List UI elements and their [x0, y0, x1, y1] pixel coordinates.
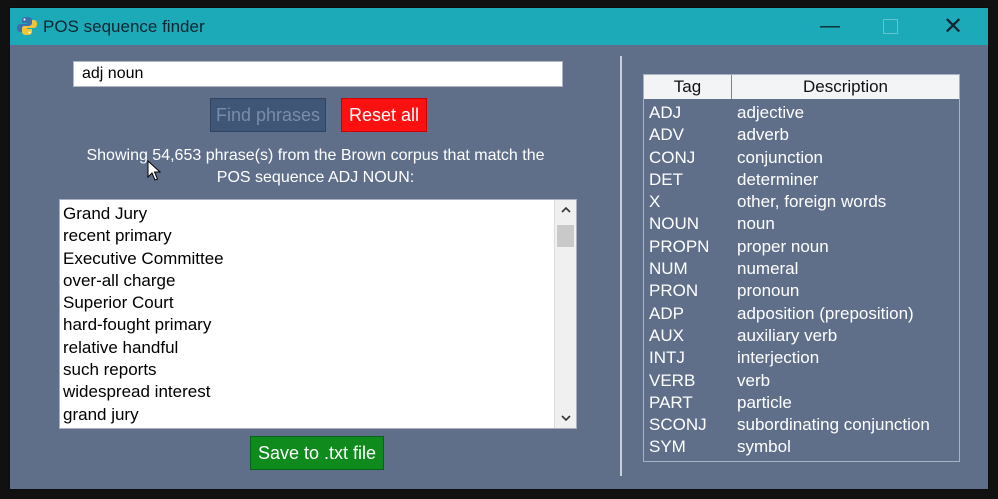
- table-row[interactable]: DET determiner: [644, 169, 959, 191]
- list-item[interactable]: Superior Court: [63, 292, 549, 314]
- tag-cell: PART: [649, 392, 693, 412]
- header-description[interactable]: Description: [732, 75, 959, 99]
- reset-all-button[interactable]: Reset all: [341, 98, 427, 132]
- description-cell: verb: [737, 370, 771, 390]
- phrase-list-scrollbar[interactable]: [554, 200, 576, 428]
- table-row[interactable]: PART particle: [644, 392, 959, 414]
- description-cell: adjective: [737, 103, 805, 122]
- minimize-button[interactable]: —: [802, 8, 858, 45]
- title-bar[interactable]: POS sequence finder — ✕: [10, 8, 988, 45]
- description-cell: auxiliary verb: [737, 325, 838, 345]
- table-row[interactable]: NUM numeral: [644, 258, 959, 280]
- maximize-icon: [882, 19, 898, 34]
- description-cell: pronoun: [737, 281, 800, 301]
- tag-cell: VERB: [649, 370, 696, 390]
- tag-cell: AUX: [649, 325, 684, 345]
- phrase-list: Grand Jury recent primary Executive Comm…: [63, 203, 549, 426]
- table-row[interactable]: ADJ adjective: [644, 102, 959, 124]
- description-cell: determiner: [737, 169, 819, 189]
- app-window: POS sequence finder — ✕ Find phrases Res…: [10, 8, 988, 489]
- close-button[interactable]: ✕: [925, 8, 981, 45]
- description-cell: proper noun: [737, 236, 829, 256]
- panel-divider: [620, 56, 622, 476]
- list-item[interactable]: widespread interest: [63, 381, 549, 403]
- table-row[interactable]: SCONJ subordinating conjunction: [644, 414, 959, 436]
- table-row[interactable]: CONJ conjunction: [644, 147, 959, 169]
- table-row[interactable]: NOUN noun: [644, 213, 959, 235]
- status-line-2: POS sequence ADJ NOUN:: [216, 169, 415, 186]
- description-cell: conjunction: [737, 147, 824, 167]
- pos-tag-table: Tag Description ADJ adjective ADV adverb C…: [643, 74, 960, 462]
- tag-cell: SYM: [649, 437, 686, 457]
- table-row[interactable]: PROPN proper noun: [644, 236, 959, 258]
- tag-table-header: Tag Description: [644, 75, 959, 99]
- description-cell: interjection: [737, 348, 820, 368]
- description-cell: adposition (preposition): [737, 303, 914, 323]
- tag-cell: PRON: [649, 281, 699, 301]
- table-row[interactable]: VERB verb: [644, 370, 959, 392]
- scroll-down-button[interactable]: [555, 408, 576, 428]
- list-item[interactable]: grand jury: [63, 404, 549, 426]
- tag-cell: NOUN: [649, 214, 700, 234]
- python-icon: [17, 16, 37, 36]
- mouse-pointer-icon: [147, 159, 162, 187]
- tag-cell: NUM: [649, 259, 688, 279]
- window-title: POS sequence finder: [43, 17, 205, 36]
- description-cell: particle: [737, 392, 792, 412]
- table-row[interactable]: SYM symbol: [644, 436, 959, 458]
- table-row[interactable]: PRON pronoun: [644, 280, 959, 302]
- list-item[interactable]: over-all charge: [63, 270, 549, 292]
- phrase-listbox[interactable]: Grand Jury recent primary Executive Comm…: [59, 199, 577, 429]
- tag-table-rows: ADJ adjective ADV adverb CONJ conjunction D…: [644, 102, 959, 459]
- tag-cell: X: [649, 192, 661, 212]
- description-cell: subordinating conjunction: [737, 415, 930, 435]
- list-item[interactable]: Executive Committee: [63, 248, 549, 270]
- tag-cell: INTJ: [649, 348, 685, 368]
- tag-cell: CONJ: [649, 147, 696, 167]
- description-cell: numeral: [737, 259, 799, 279]
- scroll-thumb[interactable]: [557, 225, 574, 247]
- description-cell: symbol: [737, 437, 791, 457]
- description-cell: adverb: [737, 125, 789, 145]
- list-item[interactable]: recent primary: [63, 225, 549, 247]
- result-status: Showing 54,653 phrase(s) from the Brown …: [48, 145, 583, 189]
- table-row[interactable]: ADP adposition (preposition): [644, 303, 959, 325]
- table-row[interactable]: Xother, foreign words: [644, 191, 959, 213]
- list-item[interactable]: such reports: [63, 359, 549, 381]
- find-phrases-button[interactable]: Find phrases: [210, 98, 326, 132]
- pos-sequence-input[interactable]: [73, 61, 563, 87]
- tag-cell: ADV: [649, 125, 684, 145]
- table-row[interactable]: AUX auxiliary verb: [644, 325, 959, 347]
- table-row[interactable]: INTJ interjection: [644, 347, 959, 369]
- header-tag[interactable]: Tag: [644, 75, 732, 99]
- save-to-txt-button[interactable]: Save to .txt file: [250, 436, 384, 470]
- status-line-1: Showing 54,653 phrase(s) from the Brown …: [86, 147, 545, 164]
- tag-cell: DET: [649, 169, 683, 189]
- list-item[interactable]: hard-fought primary: [63, 314, 549, 336]
- description-cell: noun: [737, 214, 775, 234]
- description-cell: other, foreign words: [737, 192, 887, 212]
- table-row[interactable]: ADV adverb: [644, 124, 959, 146]
- list-item[interactable]: relative handful: [63, 337, 549, 359]
- chevron-down-icon: [560, 415, 571, 421]
- chevron-up-icon: [560, 207, 571, 213]
- tag-cell: ADJ: [649, 103, 682, 122]
- maximize-button[interactable]: [862, 8, 918, 45]
- tag-cell: PROPN: [649, 236, 710, 256]
- tag-cell: ADP: [649, 303, 684, 323]
- scroll-up-button[interactable]: [555, 200, 576, 220]
- list-item[interactable]: Grand Jury: [63, 203, 549, 225]
- tag-cell: SCONJ: [649, 415, 707, 435]
